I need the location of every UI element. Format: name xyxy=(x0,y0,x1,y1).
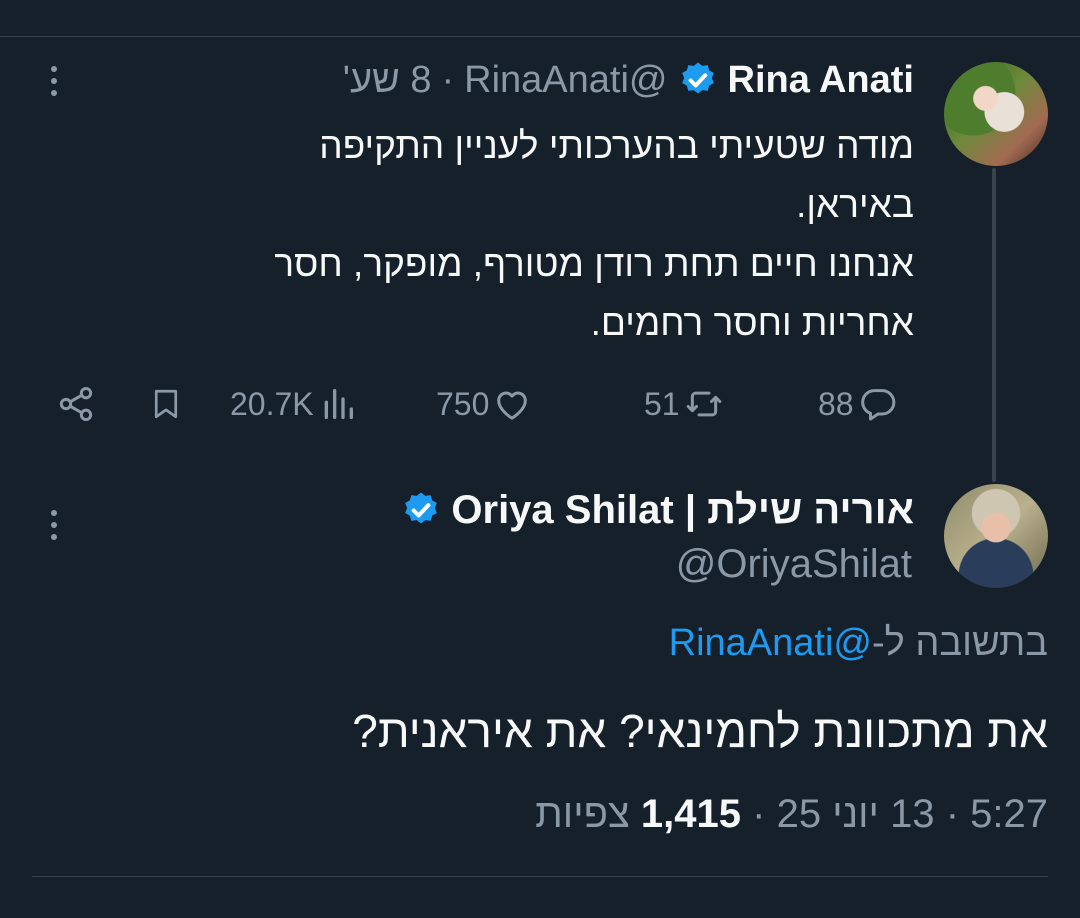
more-icon[interactable] xyxy=(50,66,58,96)
repost-icon xyxy=(686,391,721,417)
reply-header: אוריה שילת | Oriya Shilat xyxy=(391,486,914,534)
bookmark-icon xyxy=(154,389,178,419)
reply-text: את מתכוונת לחמינאי? את איראנית? xyxy=(352,705,1048,757)
verified-badge-icon xyxy=(681,62,714,94)
tweet-text-line: אחריות וחסר רחמים. xyxy=(590,302,914,343)
verified-badge-icon xyxy=(405,492,438,524)
author-name[interactable]: Rina Anati xyxy=(728,59,915,102)
like-icon xyxy=(497,391,528,420)
replying-to-prefix: בתשובה ל- xyxy=(872,622,1048,664)
separator-dot: · xyxy=(945,792,960,836)
avatar-oriya-shilat[interactable] xyxy=(944,484,1048,588)
repost-count: 51 xyxy=(644,385,680,422)
views-icon xyxy=(324,389,353,419)
share-button[interactable] xyxy=(56,382,96,426)
dot xyxy=(51,522,57,528)
dot xyxy=(51,78,57,84)
top-divider xyxy=(0,36,1080,37)
share-icon xyxy=(59,387,93,421)
more-icon[interactable] xyxy=(50,510,58,540)
repost-button[interactable]: 51 xyxy=(644,382,726,426)
tweet-time[interactable]: 8 שע' xyxy=(343,59,432,102)
dot xyxy=(51,534,57,540)
reply-count: 88 xyxy=(818,385,854,422)
like-button[interactable]: 750 xyxy=(436,382,533,426)
replying-to: בתשובה ל-@RinaAnati xyxy=(669,622,1048,665)
author-handle[interactable]: @RinaAnati xyxy=(464,59,667,102)
reply-time[interactable]: 5:27 xyxy=(970,792,1048,836)
separator-dot: · xyxy=(752,792,766,836)
tweet-text-line: אנחנו חיים תחת רודן מטורף, מופקר, חסר xyxy=(274,243,914,284)
tweet-text-line: מודה שטעיתי בהערכותי לעניין התקיפה xyxy=(319,125,914,166)
thread-connector-line xyxy=(992,168,996,482)
like-count: 750 xyxy=(436,385,490,422)
dot xyxy=(51,66,57,72)
bottom-divider xyxy=(32,876,1048,877)
bookmark-button[interactable] xyxy=(148,382,184,426)
avatar-rina-anati[interactable] xyxy=(944,62,1048,166)
replying-to-link[interactable]: @RinaAnati xyxy=(669,622,872,664)
reply-meta: 5:27 · 13 יוני 25 · 1,415 צפיות xyxy=(535,792,1048,837)
tweet-text-line: באיראן. xyxy=(796,184,914,225)
separator-dot: · xyxy=(441,58,455,101)
reply-views-label: צפיות xyxy=(535,792,630,836)
views-button[interactable]: 20.7K xyxy=(230,382,358,426)
dot xyxy=(51,90,57,96)
tweet-header: Rina Anati @RinaAnati · 8 שע' xyxy=(343,58,914,102)
dot xyxy=(51,510,57,516)
views-count: 20.7K xyxy=(230,385,314,422)
reply-author-name[interactable]: אוריה שילת | Oriya Shilat xyxy=(451,488,914,533)
reply-button[interactable]: 88 xyxy=(818,382,898,426)
reply-author-handle[interactable]: @OriyaShilat xyxy=(676,542,912,587)
tweet-text: מודה שטעיתי בהערכותי לעניין התקיפה באירא… xyxy=(114,116,914,352)
reply-date[interactable]: 13 יוני 25 xyxy=(777,792,935,836)
reply-icon xyxy=(860,389,895,421)
reply-views-count: 1,415 xyxy=(640,792,742,836)
